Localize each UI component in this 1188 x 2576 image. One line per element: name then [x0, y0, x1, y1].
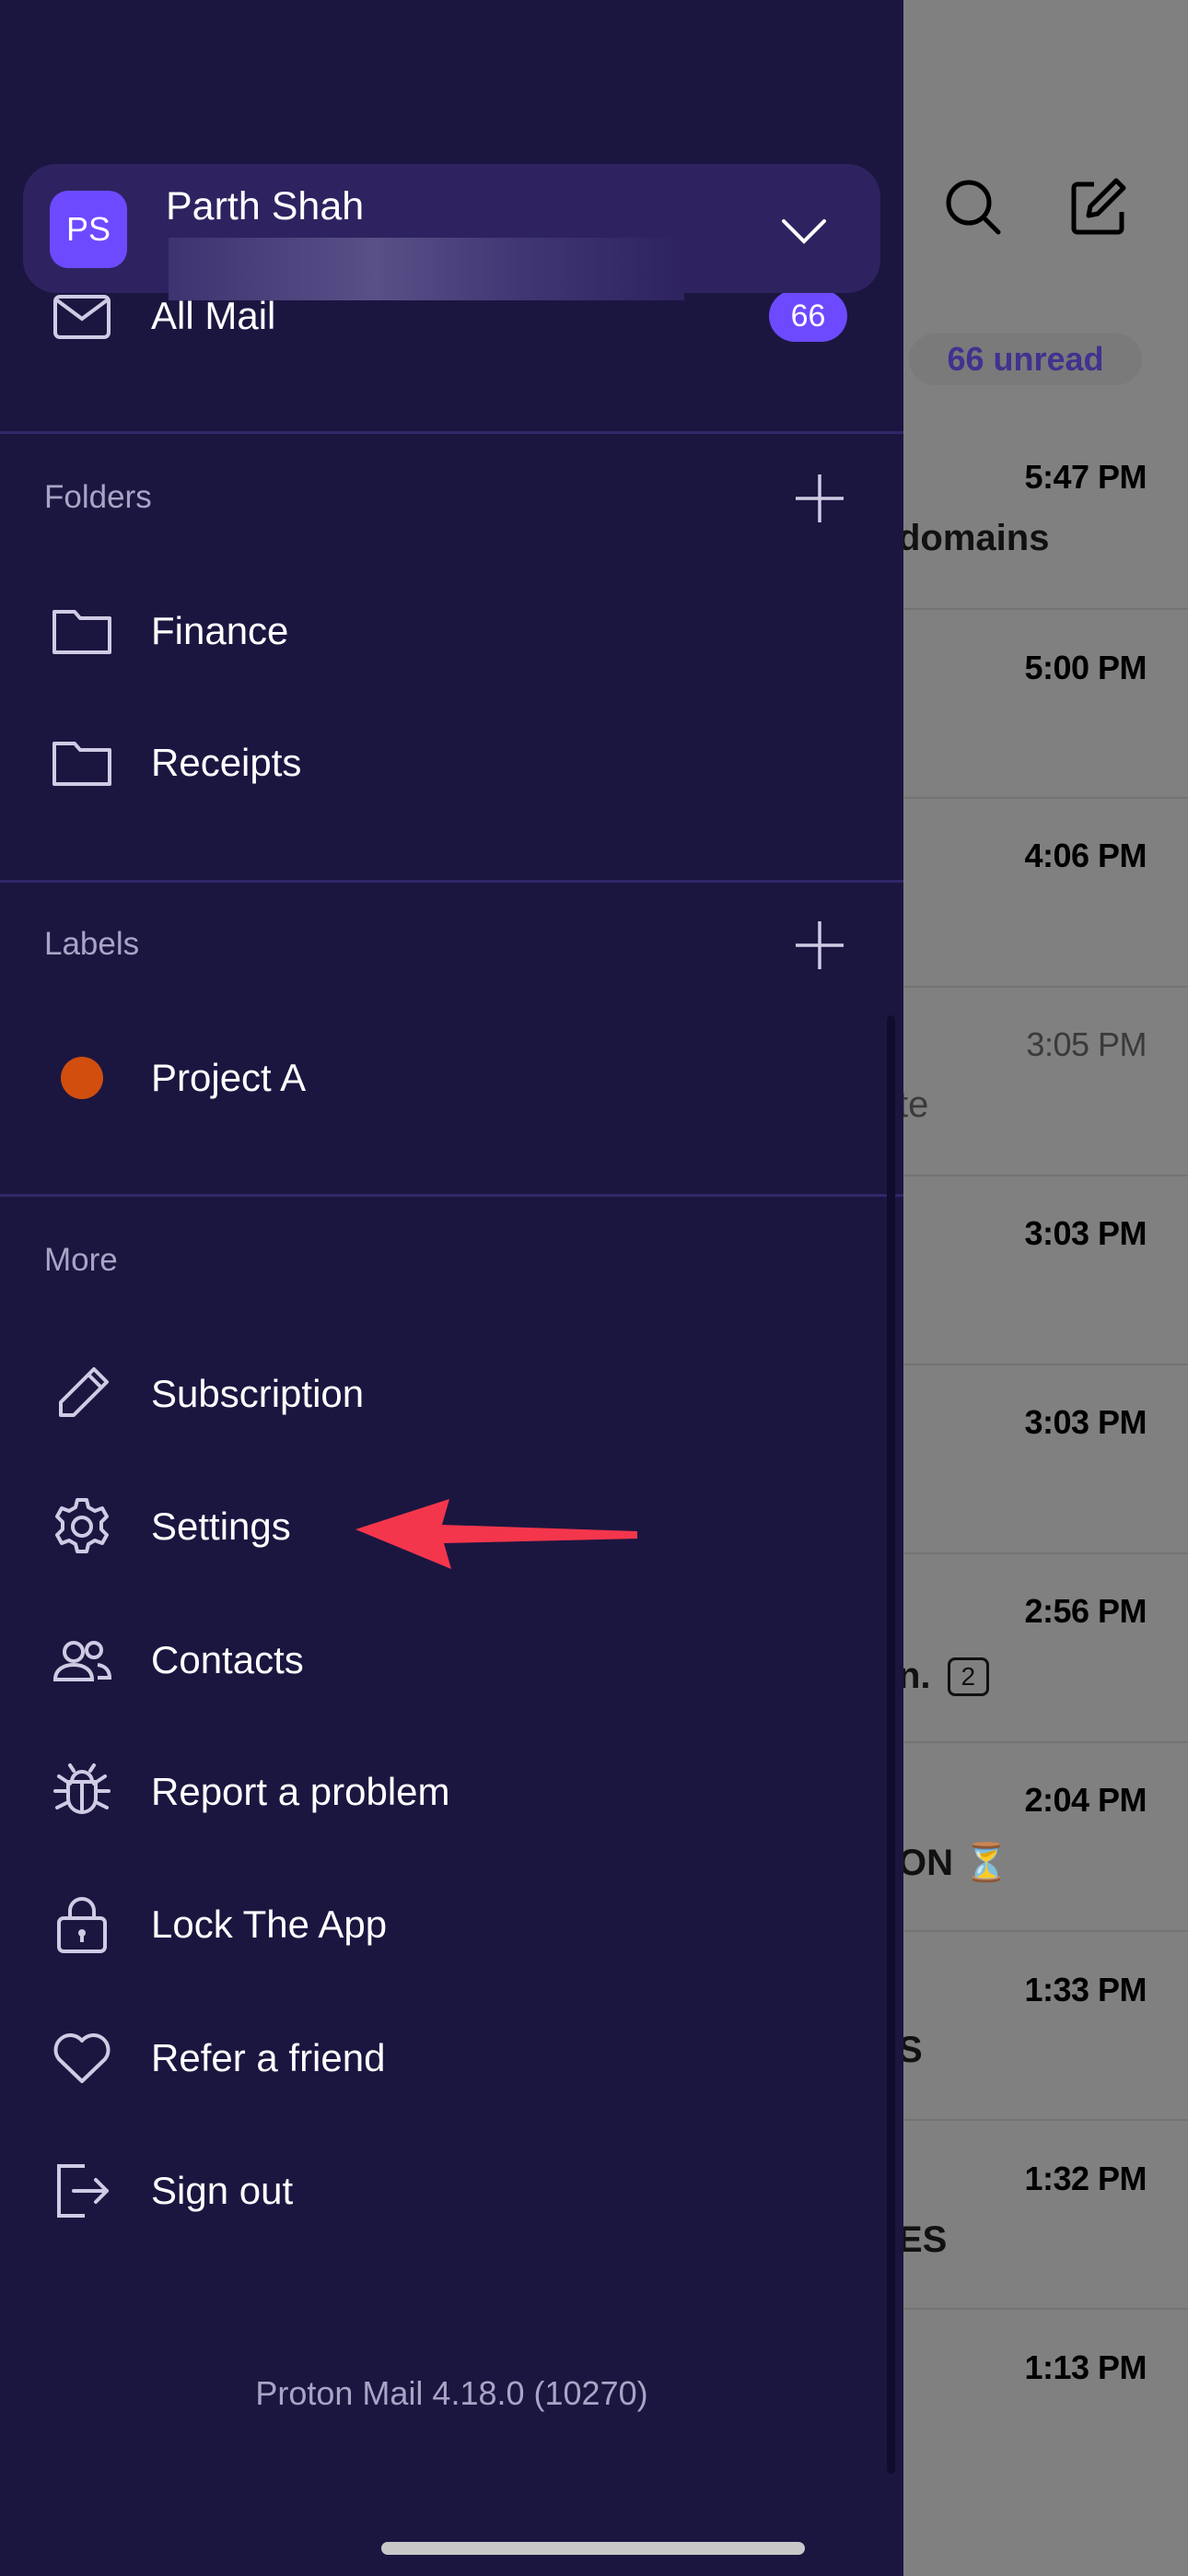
sidebar-item-label: Contacts — [151, 1638, 304, 1681]
heart-icon — [50, 2026, 114, 2090]
lock-icon — [50, 1892, 114, 1957]
label-dot-icon — [50, 1046, 114, 1110]
search-button[interactable] — [941, 175, 1006, 240]
email-time: 1:33 PM — [1024, 1971, 1147, 2008]
sidebar-item-label: Refer a friend — [151, 2036, 386, 2079]
sidebar-item-lock-the-app[interactable]: Lock The App — [0, 1869, 903, 1980]
sidebar-item-subscription[interactable]: Subscription — [0, 1339, 903, 1449]
email-subject: ES — [898, 2219, 948, 2260]
sidebar-item-finance[interactable]: Finance — [0, 576, 903, 686]
sidebar-item-label: All Mail — [151, 294, 276, 337]
sidebar-item-label: Settings — [151, 1505, 291, 1548]
email-time: 2:56 PM — [1024, 1592, 1147, 1630]
avatar: PS — [50, 191, 127, 268]
account-name: Parth Shah — [166, 184, 365, 228]
compose-button[interactable] — [1066, 175, 1131, 240]
email-subject: n. 2 — [898, 1656, 990, 1697]
compose-icon — [1071, 178, 1126, 235]
email-time: 3:05 PM — [1026, 1025, 1147, 1063]
side-menu-drawer: All Mail 66 PS Parth Shah Folders Financ… — [0, 0, 903, 2576]
email-time: 4:06 PM — [1024, 837, 1147, 874]
section-title-folders: Folders — [44, 479, 152, 515]
unread-filter-pill[interactable]: 66 unread — [909, 334, 1142, 385]
section-title-more: More — [44, 1242, 118, 1278]
section-title-labels: Labels — [44, 926, 140, 962]
gear-icon — [50, 1494, 114, 1559]
email-time: 5:00 PM — [1024, 649, 1147, 686]
sidebar-item-sign-out[interactable]: Sign out — [0, 2136, 903, 2246]
thread-count-badge: 2 — [947, 1657, 990, 1696]
pencil-icon — [50, 1362, 114, 1426]
scrollbar[interactable] — [887, 1015, 895, 2474]
account-email-redacted — [169, 238, 684, 300]
account-switcher[interactable]: PS Parth Shah — [23, 164, 880, 300]
mail-icon — [50, 284, 114, 348]
unread-count: 66 unread — [947, 340, 1104, 378]
divider — [0, 1194, 903, 1197]
unread-badge: 66 — [769, 290, 847, 342]
add-folder-button[interactable] — [794, 473, 845, 524]
email-time: 2:04 PM — [1024, 1781, 1147, 1819]
sidebar-item-label: Sign out — [151, 2169, 294, 2212]
contacts-icon — [50, 1628, 114, 1692]
email-time: 5:47 PM — [1024, 458, 1147, 496]
bug-icon — [50, 1760, 114, 1824]
search-icon — [946, 180, 1001, 235]
add-label-button[interactable] — [794, 919, 845, 971]
divider — [0, 880, 903, 883]
app-version: Proton Mail 4.18.0 (10270) — [255, 2374, 648, 2412]
annotation-arrow — [355, 1499, 637, 1569]
sidebar-item-project-a[interactable]: Project A — [0, 1023, 903, 1133]
sidebar-item-report-a-problem[interactable]: Report a problem — [0, 1737, 903, 1847]
email-time: 3:03 PM — [1024, 1403, 1147, 1441]
divider — [0, 431, 903, 434]
sidebar-item-label: Report a problem — [151, 1770, 450, 1813]
home-indicator — [381, 2542, 805, 2555]
email-time: 1:32 PM — [1024, 2160, 1147, 2197]
email-subject: domains — [898, 518, 1050, 558]
chevron-down-icon — [782, 219, 826, 244]
sidebar-item-label: Lock The App — [151, 1903, 388, 1946]
sidebar-item-label: Receipts — [151, 741, 302, 784]
sign-out-icon — [50, 2159, 114, 2223]
sidebar-item-contacts[interactable]: Contacts — [0, 1605, 903, 1715]
email-subject: ON ⏳ — [898, 1843, 1009, 1883]
sidebar-item-label: Subscription — [151, 1372, 365, 1415]
folder-icon — [50, 599, 114, 663]
sidebar-item-label: Project A — [151, 1056, 307, 1099]
email-time: 3:03 PM — [1024, 1214, 1147, 1252]
sidebar-item-refer-a-friend[interactable]: Refer a friend — [0, 2003, 903, 2113]
email-time: 1:13 PM — [1024, 2348, 1147, 2386]
folder-icon — [50, 731, 114, 795]
sidebar-item-label: Finance — [151, 609, 289, 652]
sidebar-item-receipts[interactable]: Receipts — [0, 708, 903, 818]
